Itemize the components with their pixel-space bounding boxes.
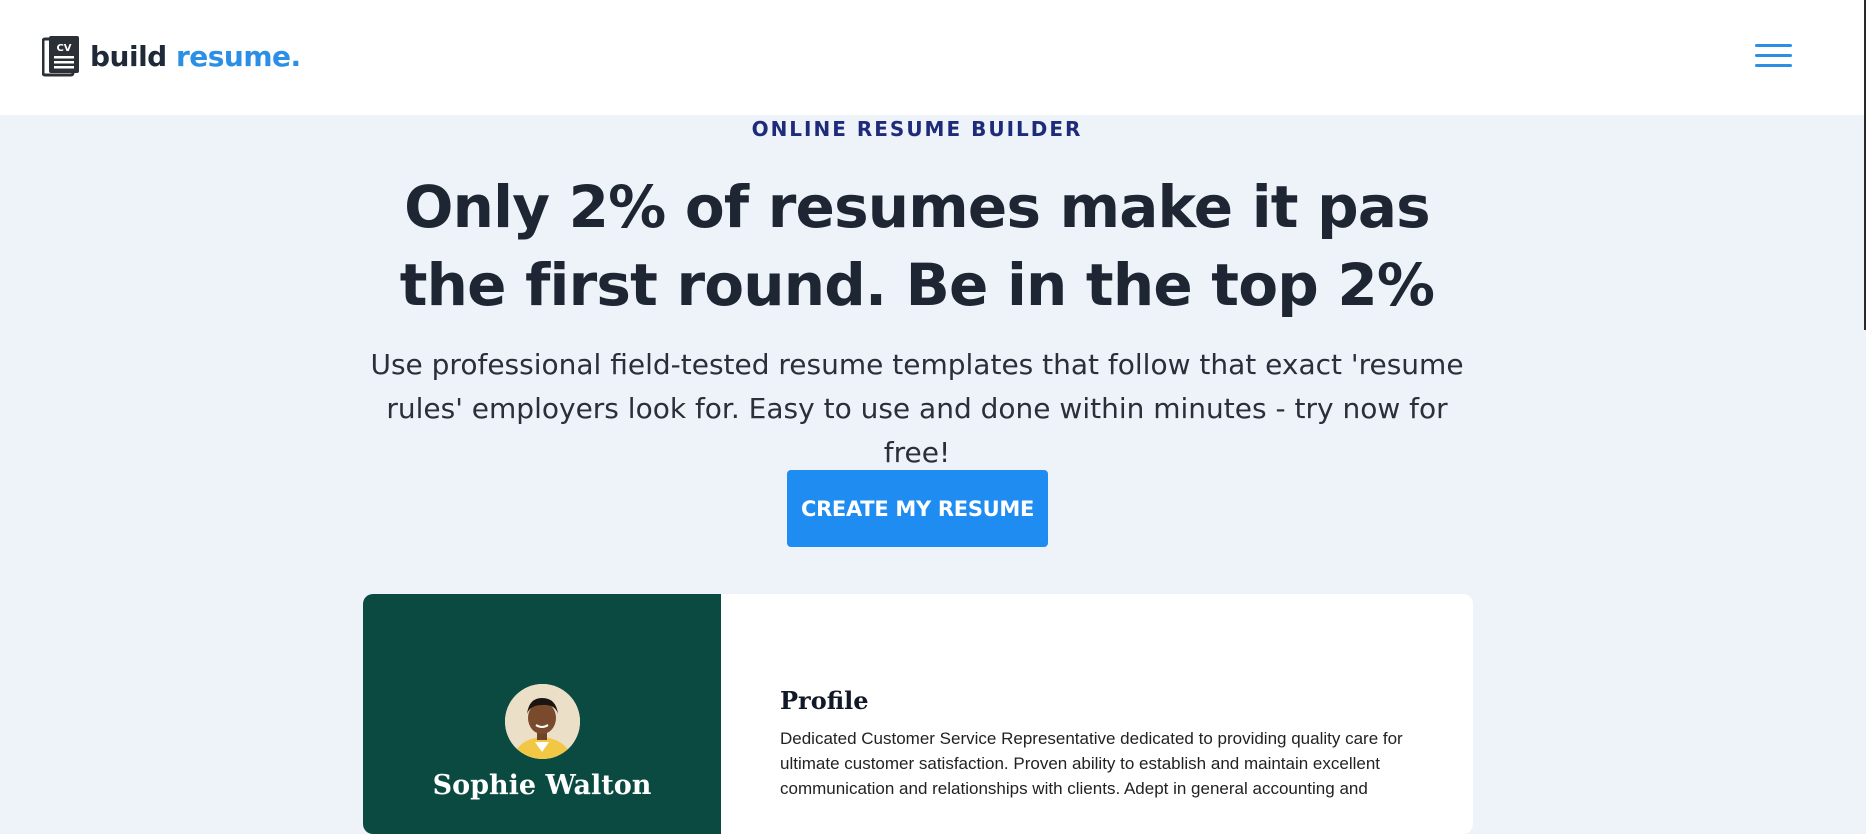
menu-bar xyxy=(1755,54,1792,57)
resume-name: Sophie Walton xyxy=(432,770,652,801)
logo-word-build: build xyxy=(90,39,167,73)
profile-text: Dedicated Customer Service Representativ… xyxy=(780,729,1403,798)
profile-heading: Profile xyxy=(780,686,869,715)
hamburger-menu-icon[interactable] xyxy=(1752,40,1794,70)
logo-word-resume: resume. xyxy=(175,39,301,73)
menu-bar xyxy=(1755,64,1792,67)
hero-subtitle: Use professional field-tested resume tem… xyxy=(370,348,1464,469)
hero-eyebrow: ONLINE RESUME BUILDER xyxy=(751,117,1083,141)
menu-bar xyxy=(1755,44,1792,47)
cv-document-icon: CV xyxy=(42,36,79,77)
hero-headline: Only 2% of resumes make it pas the first… xyxy=(399,173,1435,319)
avatar xyxy=(505,684,580,759)
create-resume-button[interactable]: CREATE MY RESUME xyxy=(787,470,1048,547)
logo-link[interactable]: CV build resume. xyxy=(42,35,301,77)
site-header: CV build resume. xyxy=(0,0,1866,115)
logo-text: build resume. xyxy=(90,40,301,73)
profile-photo xyxy=(505,684,580,759)
logo-icon-text: CV xyxy=(56,43,71,54)
resume-sidebar: Sophie Walton xyxy=(363,594,721,834)
resume-preview-card[interactable]: Sophie Walton Profile Dedicated Customer… xyxy=(363,594,1473,834)
